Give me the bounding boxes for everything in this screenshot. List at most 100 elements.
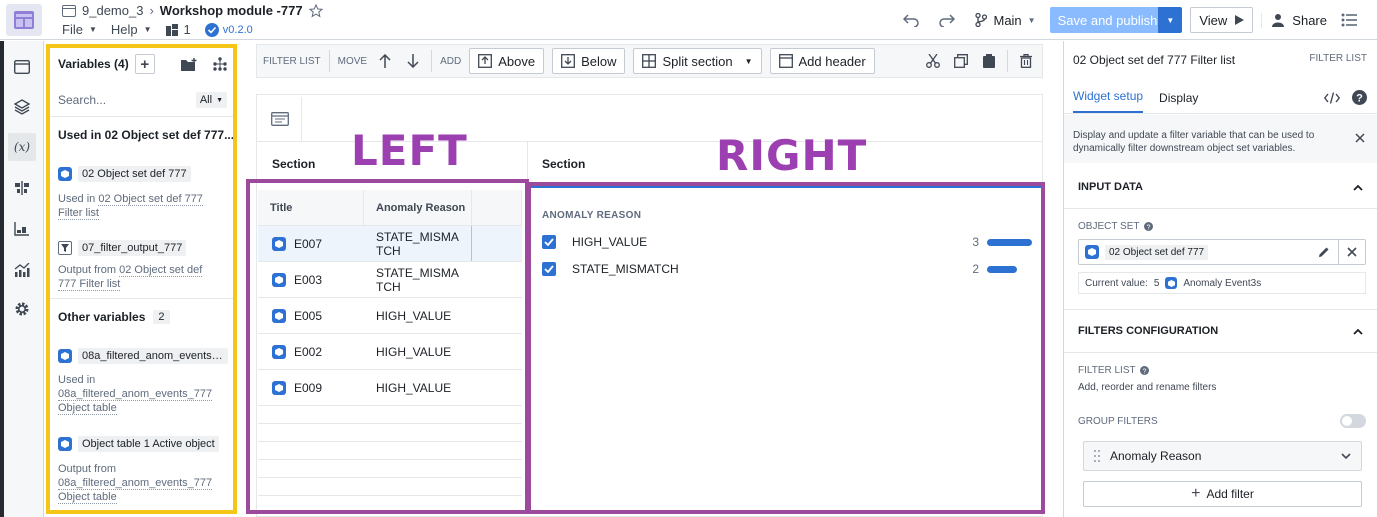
add-filter-button[interactable]: + Add filter: [1083, 481, 1362, 507]
branch-label: Main: [993, 12, 1022, 28]
duplicate-icon[interactable]: [951, 50, 971, 72]
caret-down-icon: ▼: [143, 25, 152, 34]
insert-below-icon: [561, 54, 576, 68]
current-value-count: 5: [1153, 277, 1160, 289]
graph-icon[interactable]: [213, 57, 227, 71]
add-below-label: Below: [581, 53, 617, 69]
page-title[interactable]: Workshop module -777: [160, 3, 303, 18]
trash-icon[interactable]: [1016, 50, 1036, 72]
variable-item[interactable]: 02 Object set def 777: [58, 166, 191, 182]
code-icon[interactable]: [1324, 91, 1340, 104]
header-icon: [778, 54, 793, 68]
new-folder-icon[interactable]: [181, 57, 197, 71]
variables-filter-select[interactable]: All ▼: [195, 92, 227, 108]
right-section-title[interactable]: Section: [542, 157, 585, 171]
left-section-highlight: [246, 179, 529, 514]
clear-icon[interactable]: [1338, 240, 1365, 264]
filter-config-row[interactable]: Anomaly Reason: [1083, 441, 1362, 471]
filters-config-section[interactable]: FILTERS CONFIGURATION: [1078, 325, 1363, 337]
menu-bar: File ▼ Help ▼ 1 v0.2.0: [62, 22, 253, 37]
used-in-title: Used in 02 Object set def 777...: [58, 128, 235, 142]
help-icon[interactable]: ?: [1139, 366, 1149, 375]
arrow-up-icon[interactable]: [375, 50, 395, 72]
share-label: Share: [1292, 12, 1327, 28]
split-section-button[interactable]: Split section ▼: [633, 48, 762, 74]
cut-icon[interactable]: [923, 50, 943, 72]
svg-text:?: ?: [1356, 93, 1363, 105]
divider: [1007, 50, 1008, 72]
redo-icon[interactable]: [933, 6, 961, 34]
add-header-button[interactable]: Add header: [769, 48, 875, 74]
tab-widget-setup[interactable]: Widget setup: [1073, 89, 1144, 113]
help-icon[interactable]: ?: [1352, 90, 1367, 105]
version-badge[interactable]: v0.2.0: [204, 22, 253, 37]
add-above-button[interactable]: Above: [469, 48, 545, 74]
variable-desc-link[interactable]: 08a_filtered_anom_events_777 Object tabl…: [58, 388, 213, 415]
close-icon[interactable]: [1355, 133, 1365, 143]
paste-icon[interactable]: [979, 50, 999, 72]
help-icon[interactable]: ?: [1143, 222, 1153, 231]
widget-tab[interactable]: [258, 97, 302, 141]
left-edge: [0, 41, 4, 517]
chevron-down-icon[interactable]: [1341, 452, 1351, 460]
search-input[interactable]: Search...: [58, 93, 106, 107]
save-options-button[interactable]: ▼: [1158, 7, 1183, 33]
list-menu-icon[interactable]: [1335, 6, 1363, 34]
page-count[interactable]: 1: [165, 22, 191, 37]
add-variable-button[interactable]: +: [134, 54, 155, 74]
check-circle-icon: [204, 22, 219, 37]
caret-down-icon: ▼: [1027, 15, 1036, 25]
input-data-section[interactable]: INPUT DATA: [1078, 181, 1363, 193]
used-in-section-title[interactable]: Used in 02 Object set def 777... 2: [58, 128, 233, 142]
current-value: Current value: 5 Anomaly Event3s: [1078, 272, 1366, 294]
star-icon[interactable]: [308, 3, 323, 18]
tab-display[interactable]: Display: [1159, 91, 1198, 113]
variables-panel: Variables (4) + Search... All ▼ Used in 0…: [46, 44, 237, 514]
variable-desc-link[interactable]: 08a_filtered_anom_events_777 Object tabl…: [58, 477, 213, 504]
breadcrumb-project[interactable]: 9_demo_3: [82, 3, 143, 18]
share-button[interactable]: Share: [1261, 12, 1327, 28]
variable-item[interactable]: Object table 1 Active object: [58, 436, 219, 452]
file-menu[interactable]: File ▼: [62, 22, 97, 37]
branch-selector[interactable]: Main ▼: [969, 13, 1041, 28]
toolbar-move-label: MOVE: [337, 55, 368, 67]
object-set-icon: [58, 349, 72, 363]
variables-icon[interactable]: (x): [8, 133, 36, 161]
add-below-button[interactable]: Below: [552, 48, 626, 74]
variable-description: Used in 02 Object set def 777 Filter lis…: [58, 192, 218, 220]
object-set-field[interactable]: 02 Object set def 777: [1078, 239, 1366, 265]
drag-handle-icon[interactable]: [1094, 450, 1100, 462]
svg-text:?: ?: [1146, 224, 1150, 231]
right-annotation-label: RIGHT: [716, 131, 868, 180]
variable-item[interactable]: 08a_filtered_anom_events_...: [58, 348, 228, 364]
trend-icon[interactable]: [8, 256, 36, 284]
variable-item[interactable]: 07_filter_output_777: [58, 240, 187, 256]
divider: [1064, 352, 1377, 353]
divider: [1064, 309, 1377, 310]
help-menu[interactable]: Help ▼: [111, 22, 152, 37]
layout-icon[interactable]: [8, 53, 36, 81]
other-variables-section-title[interactable]: Other variables 2: [58, 310, 227, 324]
view-button[interactable]: View: [1190, 7, 1254, 33]
group-filters-toggle[interactable]: [1340, 414, 1366, 428]
layers-icon[interactable]: [8, 93, 36, 121]
group-filters-label: GROUP FILTERS: [1078, 415, 1158, 427]
gear-icon[interactable]: [8, 295, 36, 323]
chart-icon[interactable]: [8, 215, 36, 243]
current-value-object: Anomaly Event3s: [1183, 277, 1262, 289]
breadcrumb: 9_demo_3 › Workshop module -777: [62, 3, 323, 18]
used-in-count: 2: [234, 128, 237, 142]
align-icon[interactable]: [8, 174, 36, 202]
panel-tabs: Widget setup Display ?: [1064, 81, 1377, 114]
current-value-label: Current value:: [1085, 277, 1148, 289]
undo-icon[interactable]: [897, 6, 925, 34]
edit-icon[interactable]: [1310, 246, 1338, 258]
help-menu-label: Help: [110, 22, 138, 37]
arrow-down-icon[interactable]: [403, 50, 423, 72]
variable-label: 08a_filtered_anom_events_...: [78, 348, 228, 364]
left-section-title[interactable]: Section: [272, 157, 315, 171]
panel-title[interactable]: 02 Object set def 777 Filter list: [1073, 53, 1235, 67]
variable-desc-prefix: Used in: [58, 374, 96, 386]
save-and-publish-button[interactable]: Save and publish: [1049, 7, 1166, 33]
app-logo-icon[interactable]: [6, 4, 42, 36]
